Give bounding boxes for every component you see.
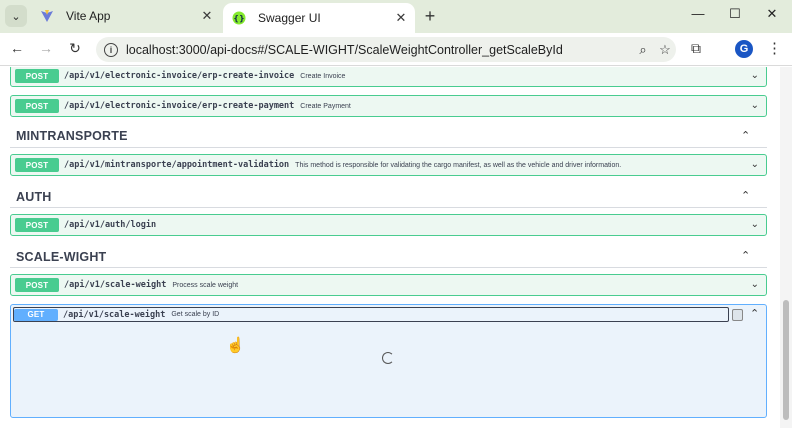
operation-summary: Create Payment: [300, 102, 351, 110]
chevron-down-icon[interactable]: ⌄: [751, 159, 759, 170]
profile-avatar[interactable]: G: [735, 40, 753, 58]
minimize-icon[interactable]: —: [688, 6, 708, 21]
section-divider: [10, 207, 767, 208]
chevron-down-icon[interactable]: ⌄: [751, 279, 759, 290]
chevron-up-icon[interactable]: ⌃: [741, 189, 750, 202]
section-title-mintransporte[interactable]: MINTRANSPORTE: [16, 129, 128, 143]
forward-arrow-icon[interactable]: →: [36, 40, 56, 56]
operation-post-scale-weight[interactable]: POST /api/v1/scale-weight Process scale …: [10, 274, 767, 296]
operation-path: /api/v1/scale-weight: [63, 309, 166, 320]
method-badge: POST: [15, 278, 59, 292]
operation-get-scale-weight-expanded: GET /api/v1/scale-weight Get scale by ID…: [10, 304, 767, 418]
maximize-icon[interactable]: ☐: [725, 6, 745, 22]
chevron-down-icon[interactable]: ⌄: [751, 219, 759, 230]
operation-summary: Get scale by ID: [171, 311, 220, 318]
tab-strip: ⌄ Vite App ✕ {} Swagger UI ✕ + — ☐ ✕: [0, 0, 792, 33]
chevron-up-icon[interactable]: ⌃: [750, 307, 759, 320]
operation-path: /api/v1/auth/login: [64, 220, 157, 230]
tab-vite-app[interactable]: Vite App ✕: [31, 2, 221, 29]
section-title-scale-wight[interactable]: SCALE-WIGHT: [16, 250, 106, 264]
browser-toolbar: ← → ↻ i localhost:3000/api-docs#/SCALE-W…: [0, 33, 792, 66]
address-bar[interactable]: i localhost:3000/api-docs#/SCALE-WIGHT/S…: [96, 37, 676, 62]
window-close-icon[interactable]: ✕: [762, 6, 782, 22]
operation-post-create-payment[interactable]: POST /api/v1/electronic-invoice/erp-crea…: [10, 95, 767, 117]
reload-icon[interactable]: ↻: [65, 40, 85, 57]
tab-title: Swagger UI: [258, 11, 321, 25]
operation-path: /api/v1/electronic-invoice/erp-create-in…: [64, 71, 295, 81]
operation-path: /api/v1/scale-weight: [64, 280, 167, 290]
vite-icon: [39, 8, 55, 24]
operation-summary: This method is responsible for validatin…: [295, 161, 622, 169]
chevron-up-icon[interactable]: ⌃: [741, 129, 750, 142]
tab-search-button[interactable]: ⌄: [5, 5, 27, 27]
chevron-down-icon[interactable]: ⌄: [751, 70, 759, 81]
operation-path: /api/v1/mintransporte/appointment-valida…: [64, 160, 290, 170]
method-badge: POST: [15, 69, 59, 83]
back-arrow-icon[interactable]: ←: [7, 40, 27, 56]
scrollbar-thumb[interactable]: [783, 300, 789, 420]
bookmark-star-icon[interactable]: ☆: [654, 42, 676, 58]
swagger-page: POST /api/v1/electronic-invoice/erp-crea…: [0, 67, 780, 428]
chevron-up-icon[interactable]: ⌃: [741, 249, 750, 262]
menu-kebab-icon[interactable]: ⋮: [767, 39, 782, 57]
zoom-icon[interactable]: ⌕: [632, 42, 654, 58]
swagger-icon: {}: [231, 10, 247, 26]
method-badge: GET: [14, 308, 58, 321]
method-badge: POST: [15, 218, 59, 232]
operation-summary: Process scale weight: [172, 281, 239, 289]
new-tab-icon[interactable]: +: [420, 6, 440, 27]
tab-title: Vite App: [66, 8, 111, 23]
chevron-down-icon[interactable]: ⌄: [751, 100, 759, 111]
lock-icon[interactable]: [732, 309, 743, 321]
loading-spinner-icon: [382, 352, 394, 364]
section-divider: [10, 147, 767, 148]
method-badge: POST: [15, 158, 59, 172]
operation-post-auth-login[interactable]: POST /api/v1/auth/login ⌄: [10, 214, 767, 236]
operation-get-scale-weight-header[interactable]: GET /api/v1/scale-weight Get scale by ID: [13, 307, 729, 322]
operation-path: /api/v1/electronic-invoice/erp-create-pa…: [64, 101, 295, 111]
section-title-auth[interactable]: AUTH: [16, 190, 52, 204]
method-badge: POST: [15, 99, 59, 113]
operation-summary: Create Invoice: [300, 72, 346, 80]
section-divider: [10, 267, 767, 268]
operation-post-create-invoice[interactable]: POST /api/v1/electronic-invoice/erp-crea…: [10, 67, 767, 87]
close-icon[interactable]: ✕: [392, 10, 410, 26]
extensions-icon[interactable]: ⧉: [691, 40, 701, 57]
site-info-icon[interactable]: i: [104, 42, 118, 57]
hand-cursor-icon: ☝: [226, 337, 245, 354]
close-icon[interactable]: ✕: [198, 8, 216, 24]
tab-swagger-ui[interactable]: {} Swagger UI ✕: [223, 3, 415, 33]
svg-text:{}: {}: [233, 14, 244, 23]
address-url[interactable]: localhost:3000/api-docs#/SCALE-WIGHT/Sca…: [126, 43, 632, 57]
operation-post-appointment-validation[interactable]: POST /api/v1/mintransporte/appointment-v…: [10, 154, 767, 176]
